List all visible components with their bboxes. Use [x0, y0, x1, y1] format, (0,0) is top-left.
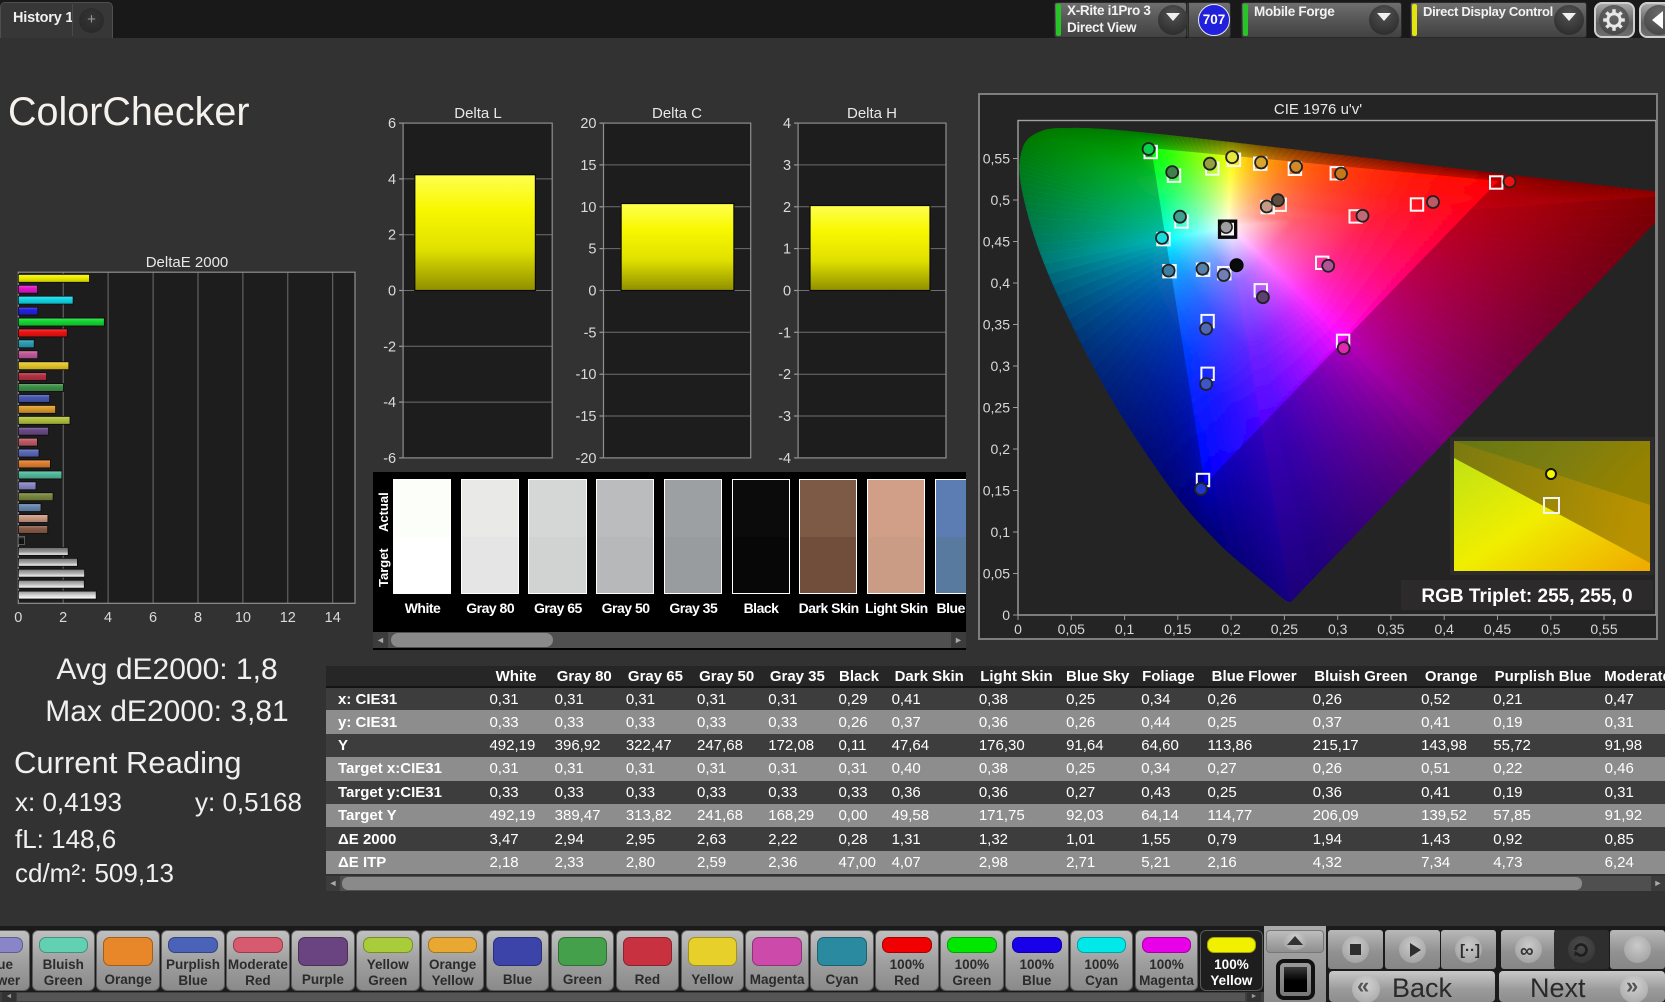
svg-text:3: 3 — [783, 158, 791, 174]
svg-text:0,55: 0,55 — [1590, 621, 1617, 637]
svg-text:0,05: 0,05 — [983, 566, 1010, 582]
svg-text:0,1: 0,1 — [1115, 621, 1135, 637]
svg-text:Delta H: Delta H — [847, 105, 897, 122]
svg-text:0,45: 0,45 — [1484, 621, 1511, 637]
svg-text:4: 4 — [104, 610, 112, 626]
svg-text:0,55: 0,55 — [983, 151, 1010, 167]
svg-text:-3: -3 — [778, 409, 791, 425]
svg-text:0,15: 0,15 — [1164, 621, 1191, 637]
svg-text:-15: -15 — [576, 409, 597, 425]
svg-text:4: 4 — [783, 116, 791, 132]
svg-text:-1: -1 — [778, 325, 791, 341]
svg-text:DeltaE 2000: DeltaE 2000 — [146, 254, 229, 271]
svg-text:10: 10 — [580, 200, 596, 216]
svg-text:0,25: 0,25 — [983, 400, 1010, 416]
svg-text:6: 6 — [388, 116, 396, 132]
svg-text:6: 6 — [149, 610, 157, 626]
svg-text:Delta L: Delta L — [454, 105, 502, 122]
svg-text:0: 0 — [588, 284, 596, 300]
svg-text:-4: -4 — [383, 395, 396, 411]
svg-text:2: 2 — [388, 228, 396, 244]
svg-text:0,35: 0,35 — [983, 317, 1010, 333]
svg-text:5: 5 — [588, 242, 596, 258]
svg-text:0,3: 0,3 — [991, 358, 1011, 374]
svg-text:2: 2 — [59, 610, 67, 626]
svg-text:Delta C: Delta C — [652, 105, 702, 122]
svg-text:-2: -2 — [383, 339, 396, 355]
svg-text:0,4: 0,4 — [991, 275, 1011, 291]
svg-text:4: 4 — [388, 172, 396, 188]
svg-text:-6: -6 — [383, 451, 396, 467]
svg-text:-20: -20 — [576, 451, 597, 467]
svg-text:12: 12 — [280, 610, 296, 626]
svg-text:-4: -4 — [778, 451, 791, 467]
svg-text:RGB Triplet: 255, 255, 0: RGB Triplet: 255, 255, 0 — [1421, 586, 1632, 607]
svg-text:-10: -10 — [576, 367, 597, 383]
svg-text:20: 20 — [580, 116, 596, 132]
svg-text:0,35: 0,35 — [1377, 621, 1404, 637]
svg-text:0,15: 0,15 — [983, 483, 1010, 499]
svg-text:0: 0 — [1014, 621, 1022, 637]
svg-text:0,5: 0,5 — [1541, 621, 1561, 637]
svg-text:1: 1 — [783, 242, 791, 258]
svg-text:0,3: 0,3 — [1328, 621, 1348, 637]
svg-text:0,5: 0,5 — [991, 192, 1011, 208]
svg-text:0,1: 0,1 — [991, 524, 1011, 540]
svg-text:0: 0 — [1002, 607, 1010, 623]
svg-text:15: 15 — [580, 158, 596, 174]
svg-text:0,45: 0,45 — [983, 234, 1010, 250]
svg-text:0,2: 0,2 — [991, 441, 1011, 457]
svg-text:10: 10 — [235, 610, 251, 626]
svg-text:0,05: 0,05 — [1058, 621, 1085, 637]
svg-text:-2: -2 — [778, 367, 791, 383]
svg-text:0,2: 0,2 — [1221, 621, 1241, 637]
svg-text:CIE 1976 u'v': CIE 1976 u'v' — [1274, 101, 1362, 118]
svg-text:14: 14 — [325, 610, 341, 626]
svg-text:0: 0 — [388, 284, 396, 300]
svg-text:8: 8 — [194, 610, 202, 626]
svg-text:0: 0 — [783, 284, 791, 300]
svg-text:0,25: 0,25 — [1271, 621, 1298, 637]
svg-text:2: 2 — [783, 200, 791, 216]
svg-text:0,4: 0,4 — [1434, 621, 1454, 637]
svg-text:0: 0 — [14, 610, 22, 626]
svg-text:-5: -5 — [584, 325, 597, 341]
